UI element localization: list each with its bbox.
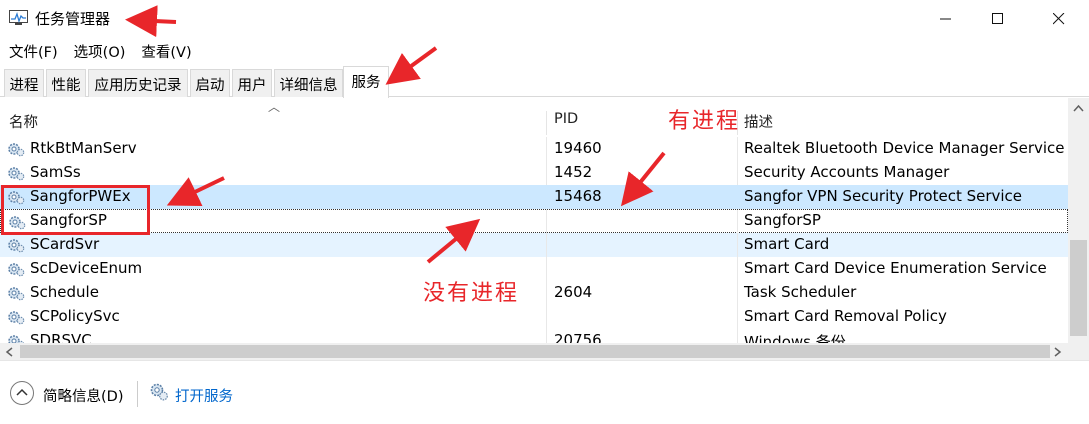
cell-divider: [737, 233, 738, 257]
close-icon: [1053, 13, 1065, 25]
tab-bar: 进程 性能 应用历史记录 启动 用户 详细信息 服务: [0, 66, 1089, 98]
tab-users[interactable]: 用户: [232, 69, 272, 97]
footer-bar: 简略信息(D) 打开服务: [0, 360, 1089, 424]
cell-divider: [737, 161, 738, 185]
service-gear-icon: [8, 263, 25, 277]
menu-view[interactable]: 查看(V): [132, 38, 198, 62]
menu-options[interactable]: 选项(O): [65, 38, 133, 62]
cell-divider: [737, 137, 738, 161]
tab-performance[interactable]: 性能: [46, 69, 86, 97]
service-gear-icon: [8, 143, 25, 157]
cell-divider: [546, 281, 547, 305]
services-table: ︿ 名称 PID 描述 RtkBtManServ 19460 Realtek B…: [0, 98, 1089, 360]
table-row-hover[interactable]: SCardSvr Smart Card: [0, 233, 1068, 257]
cell-divider: [737, 257, 738, 281]
service-name: SCPolicySvc: [30, 307, 120, 325]
open-services-link[interactable]: 打开服务: [175, 385, 233, 406]
service-description: Security Accounts Manager: [744, 163, 950, 181]
service-name: SamSs: [30, 163, 81, 181]
column-header-pid[interactable]: PID: [554, 111, 578, 135]
services-gear-icon: [150, 383, 168, 401]
tab-details[interactable]: 详细信息: [274, 69, 343, 97]
column-divider[interactable]: [546, 111, 547, 135]
cell-divider: [737, 210, 738, 234]
scroll-right-icon[interactable]: [1054, 347, 1062, 357]
table-row[interactable]: SamSs 1452 Security Accounts Manager: [0, 161, 1068, 185]
cell-divider: [546, 210, 547, 234]
maximize-button[interactable]: [972, 0, 1024, 38]
service-pid: 19460: [554, 139, 602, 157]
cell-divider: [546, 305, 547, 329]
annotation-has-process: 有进程: [668, 109, 741, 134]
table-row[interactable]: SCPolicySvc Smart Card Removal Policy: [0, 305, 1068, 329]
service-gear-icon: [8, 167, 25, 181]
annotation-highlight-box: [1, 185, 150, 235]
scroll-up-icon[interactable]: [1073, 104, 1084, 112]
service-name: RtkBtManServ: [30, 139, 137, 157]
service-gear-icon: [8, 239, 25, 253]
maximize-icon: [992, 13, 1003, 24]
column-header-description[interactable]: 描述: [744, 111, 773, 135]
service-description: SangforSP: [744, 211, 821, 229]
service-name: SCardSvr: [30, 235, 100, 253]
service-description: Realtek Bluetooth Device Manager Service: [744, 139, 1065, 157]
title-bar: 任务管理器: [0, 0, 1089, 38]
fewer-details-button[interactable]: 简略信息(D): [43, 385, 123, 406]
table-row[interactable]: Schedule 2604 Task Scheduler: [0, 281, 1068, 305]
service-name: ScDeviceEnum: [30, 259, 143, 277]
service-pid: 2604: [554, 283, 593, 301]
service-gear-icon: [8, 311, 25, 325]
close-button[interactable]: [1033, 0, 1085, 38]
footer-divider: [137, 381, 138, 407]
table-row-focused[interactable]: SangforSP SangforSP: [0, 209, 1068, 234]
task-manager-icon: [9, 10, 28, 25]
service-description: Task Scheduler: [744, 283, 857, 301]
cell-divider: [546, 257, 547, 281]
tab-services[interactable]: 服务: [343, 66, 389, 98]
menu-bar: 文件(F) 选项(O) 查看(V): [0, 38, 199, 62]
cell-divider: [546, 137, 547, 161]
horizontal-scroll-thumb[interactable]: [20, 345, 1050, 358]
service-description: Smart Card Device Enumeration Service: [744, 259, 1047, 277]
table-row[interactable]: RtkBtManServ 19460 Realtek Bluetooth Dev…: [0, 137, 1068, 161]
vertical-scroll-thumb[interactable]: [1070, 240, 1087, 336]
scroll-left-icon[interactable]: [5, 347, 13, 357]
table-row[interactable]: ScDeviceEnum Smart Card Device Enumerati…: [0, 257, 1068, 281]
vertical-scrollbar[interactable]: [1068, 98, 1089, 360]
service-description: Smart Card: [744, 235, 830, 253]
service-name: Schedule: [30, 283, 99, 301]
annotation-no-process: 没有进程: [423, 281, 520, 306]
cell-divider: [546, 233, 547, 257]
cell-divider: [546, 161, 547, 185]
menu-file[interactable]: 文件(F): [0, 38, 65, 62]
service-description: Sangfor VPN Security Protect Service: [744, 187, 1023, 205]
table-body: RtkBtManServ 19460 Realtek Bluetooth Dev…: [0, 137, 1068, 353]
minimize-button[interactable]: [920, 0, 972, 38]
table-row-selected[interactable]: SangforPWEx 15468 Sangfor VPN Security P…: [0, 185, 1068, 209]
horizontal-scrollbar[interactable]: [0, 343, 1068, 360]
service-pid: 1452: [554, 163, 593, 181]
column-header-name[interactable]: 名称: [9, 111, 38, 135]
service-pid: 15468: [554, 187, 602, 205]
fewer-details-chevron-icon[interactable]: [10, 381, 34, 405]
cell-divider: [737, 281, 738, 305]
window-title: 任务管理器: [35, 10, 111, 28]
service-gear-icon: [8, 287, 25, 301]
cell-divider: [737, 305, 738, 329]
tab-startup[interactable]: 启动: [190, 69, 230, 97]
tab-processes[interactable]: 进程: [4, 69, 44, 97]
chevron-up-icon: [16, 388, 28, 396]
tab-app-history[interactable]: 应用历史记录: [88, 69, 188, 97]
minimize-icon: [940, 18, 951, 20]
service-description: Smart Card Removal Policy: [744, 307, 947, 325]
sort-ascending-icon: ︿: [268, 100, 281, 114]
